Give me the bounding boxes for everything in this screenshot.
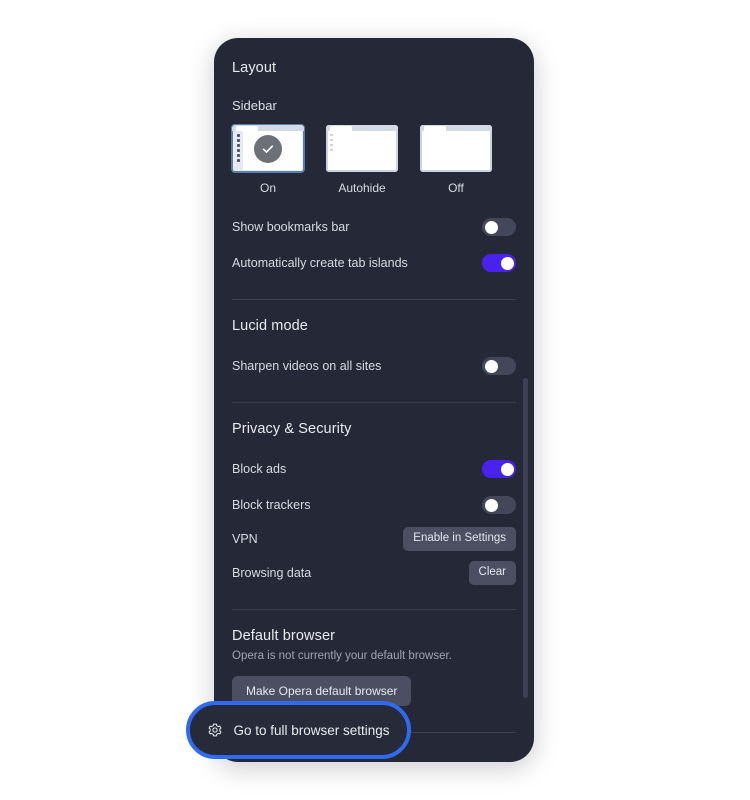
row-label-auto-tab-islands: Automatically create tab islands: [232, 256, 408, 270]
thumbnail-sidebar-dot: [329, 144, 333, 146]
sidebar-option-group: On Autohide Off: [231, 124, 516, 195]
thumbnail-sidebar-dot: [237, 144, 240, 147]
row-label-browsing-data: Browsing data: [232, 566, 312, 580]
thumbnail-tabbar: [420, 125, 492, 131]
thumbnail-sidebar-hint: [328, 132, 334, 169]
section-title-layout: Layout: [232, 60, 277, 76]
toggle-block-ads[interactable]: [482, 460, 516, 478]
row-label-sharpen-videos: Sharpen videos on all sites: [232, 359, 382, 373]
panel-scroll-container: Layout Sidebar On Autohide Off Show book…: [214, 38, 534, 762]
sidebar-option-label: On: [259, 181, 276, 195]
thumbnail-tab: [330, 126, 352, 131]
sidebar-option-autohide[interactable]: Autohide: [326, 125, 398, 195]
toggle-knob: [484, 498, 498, 512]
sidebar-thumbnail-autohide[interactable]: [326, 125, 398, 172]
default-browser-description: Opera is not currently your default brow…: [232, 650, 452, 662]
thumbnail-sidebar-dot: [237, 149, 240, 152]
thumbnail-sidebar-dot: [329, 149, 333, 151]
row-auto-tab-islands: Automatically create tab islands: [232, 249, 516, 277]
browser-settings-panel: Layout Sidebar On Autohide Off Show book…: [214, 38, 534, 762]
sidebar-option-label: Off: [448, 181, 464, 195]
thumbnail-sidebar-dot: [237, 159, 240, 162]
row-label-block-trackers: Block trackers: [232, 498, 311, 512]
check-icon: [254, 134, 282, 163]
group-label-sidebar: Sidebar: [232, 98, 277, 113]
row-show-bookmarks-bar: Show bookmarks bar: [232, 213, 516, 241]
section-title-lucid-mode: Lucid mode: [232, 318, 308, 334]
section-title-default-browser: Default browser: [232, 628, 336, 644]
row-block-trackers: Block trackers: [232, 491, 516, 519]
toggle-block-trackers[interactable]: [482, 496, 516, 514]
sidebar-thumbnail-off[interactable]: [420, 125, 492, 172]
clear-browsing-data-button[interactable]: Clear: [468, 561, 516, 585]
toggle-show-bookmarks-bar[interactable]: [482, 218, 516, 236]
toggle-knob: [484, 359, 498, 373]
toggle-knob: [500, 256, 514, 270]
row-label-block-ads: Block ads: [232, 462, 287, 476]
sidebar-option-on[interactable]: On: [231, 124, 305, 195]
toggle-sharpen-videos[interactable]: [482, 357, 516, 375]
go-to-full-browser-settings-button[interactable]: Go to full browser settings: [186, 701, 411, 759]
thumbnail-sidebar-dot: [237, 154, 240, 157]
enable-vpn-in-settings-button[interactable]: Enable in Settings: [403, 527, 516, 551]
sidebar-option-off[interactable]: Off: [420, 125, 492, 195]
sidebar-option-label: Autohide: [338, 181, 386, 195]
toggle-auto-tab-islands[interactable]: [482, 254, 516, 272]
row-label-show-bookmarks-bar: Show bookmarks bar: [232, 220, 350, 234]
gear-icon: [207, 722, 223, 738]
row-browsing-data: Browsing data Clear: [232, 559, 516, 587]
thumbnail-sidebar-strip: [234, 131, 243, 170]
row-sharpen-videos: Sharpen videos on all sites: [232, 352, 516, 380]
row-block-ads: Block ads: [232, 455, 516, 483]
thumbnail-tab: [424, 126, 446, 131]
go-to-full-browser-settings-label: Go to full browser settings: [233, 722, 390, 738]
sidebar-thumbnail-on[interactable]: [231, 124, 305, 173]
section-title-privacy-security: Privacy & Security: [232, 421, 352, 437]
thumbnail-sidebar-dot: [237, 139, 240, 142]
thumbnail-sidebar-dot: [329, 139, 333, 141]
row-vpn: VPN Enable in Settings: [232, 525, 516, 553]
row-label-vpn: VPN: [232, 532, 258, 546]
thumbnail-tabbar: [326, 125, 398, 131]
thumbnail-sidebar-dot: [237, 134, 240, 137]
toggle-knob: [484, 220, 498, 234]
thumbnail-sidebar-dot: [329, 134, 333, 136]
toggle-knob: [500, 462, 514, 476]
